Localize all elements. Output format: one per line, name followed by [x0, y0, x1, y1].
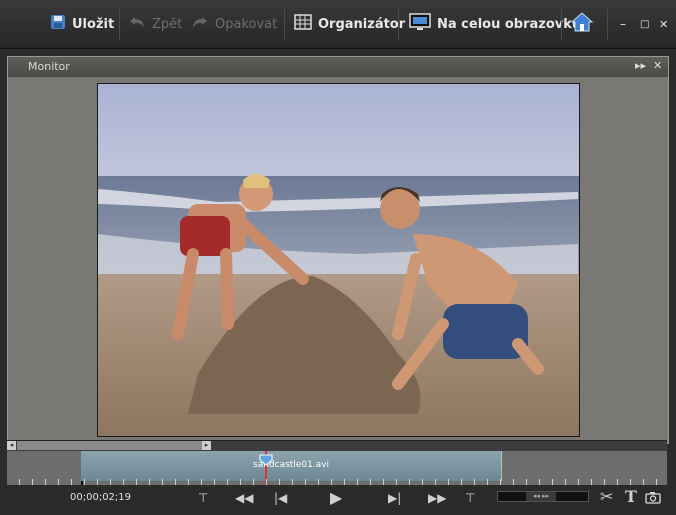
organizer-label: Organizátor	[318, 16, 406, 32]
clip-name: sandcastle01.avi	[253, 460, 329, 470]
playhead-handle-icon[interactable]	[259, 451, 273, 470]
timecode: 00;00;02;19	[70, 492, 132, 503]
rewind-icon[interactable]: ◀◀	[235, 491, 253, 505]
toolbar-divider	[119, 8, 120, 40]
toolbar-divider	[398, 8, 399, 40]
step-back-icon[interactable]: |◀	[274, 491, 287, 505]
scroll-left-icon[interactable]: ◂	[7, 441, 16, 450]
maximize-button[interactable]: □	[640, 0, 649, 48]
home-icon	[570, 11, 594, 37]
organizer-button[interactable]: Organizátor	[294, 0, 405, 48]
redo-label: Opakovat	[215, 16, 278, 32]
minimize-button[interactable]: –	[620, 0, 626, 48]
timeline-scrollbar[interactable]: ◂ ▸	[7, 440, 667, 451]
panel-menu-icon[interactable]: ▸▸	[635, 59, 646, 72]
video-preview[interactable]	[97, 83, 580, 437]
undo-icon	[128, 15, 146, 33]
save-icon	[50, 14, 66, 34]
fullscreen-button[interactable]: Na celou obrazovku	[409, 0, 581, 48]
minimize-icon: –	[620, 17, 626, 31]
close-icon: ✕	[659, 17, 669, 31]
undo-button[interactable]: Zpět	[128, 0, 182, 48]
redo-icon	[191, 15, 209, 33]
fast-forward-icon[interactable]: ▶▶	[428, 491, 446, 505]
shuttle-slider[interactable]: ◂◂ ▸▸	[497, 491, 589, 502]
shuttle-handle[interactable]: ◂◂ ▸▸	[526, 492, 556, 501]
scrollbar-thumb[interactable]	[17, 441, 207, 450]
redo-button[interactable]: Opakovat	[191, 0, 277, 48]
close-button[interactable]: ✕	[659, 0, 668, 48]
monitor-icon	[409, 13, 431, 35]
camera-icon[interactable]	[645, 491, 661, 507]
home-button[interactable]	[570, 0, 600, 48]
set-out-point-icon[interactable]: ⊤	[465, 491, 475, 505]
text-tool-icon[interactable]: T	[625, 487, 637, 506]
scissors-icon[interactable]: ✂	[600, 487, 613, 506]
panel-close-icon[interactable]: ✕	[653, 59, 662, 72]
monitor-panel: Monitor ▸▸ ✕	[7, 56, 669, 444]
play-icon[interactable]: ▶	[330, 488, 342, 507]
undo-label: Zpět	[152, 16, 183, 32]
scroll-right-icon[interactable]: ▸	[202, 441, 211, 450]
save-label: Uložit	[72, 16, 115, 32]
timeline-track[interactable]: sandcastle01.avi	[7, 451, 667, 485]
step-forward-icon[interactable]: ▶|	[388, 491, 401, 505]
playback-controls: 00;00;02;19 ⊤ ◀◀ |◀ ▶ ▶| ▶▶ ⊤ ◂◂ ▸▸ ✂ T	[0, 485, 676, 515]
maximize-icon: □	[640, 18, 650, 30]
save-button[interactable]: Uložit	[50, 0, 114, 48]
monitor-title: Monitor	[28, 60, 70, 73]
monitor-title-bar: Monitor ▸▸ ✕	[8, 57, 668, 77]
fullscreen-label: Na celou obrazovku	[437, 16, 582, 32]
video-clip[interactable]: sandcastle01.avi	[81, 451, 502, 481]
toolbar-divider	[284, 8, 285, 40]
top-toolbar: Uložit Zpět Opakovat Organizátor Na celo…	[0, 0, 676, 49]
toolbar-divider	[561, 8, 562, 40]
set-in-point-icon[interactable]: ⊤	[198, 491, 208, 505]
toolbar-divider	[607, 8, 608, 40]
grid-icon	[294, 14, 312, 34]
